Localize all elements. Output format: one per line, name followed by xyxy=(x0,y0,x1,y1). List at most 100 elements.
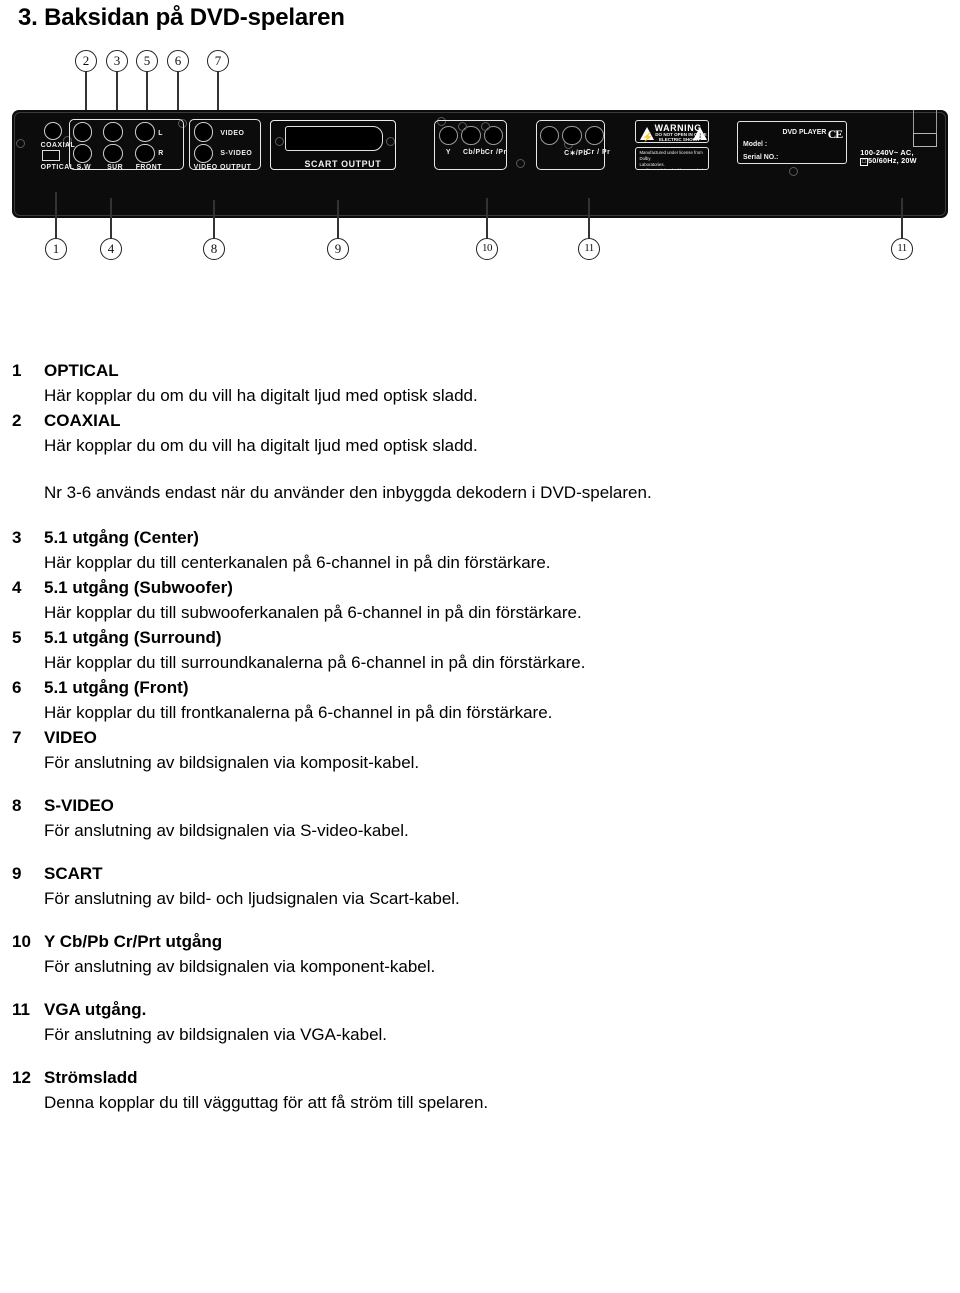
list-item-body: VGA utgång. För anslutning av bildsignale… xyxy=(44,997,960,1047)
list-item-body: 5.1 utgång (Subwoofer) Här kopplar du til… xyxy=(44,575,960,625)
list-item-term: 5.1 utgång (Surround) xyxy=(44,628,222,647)
list-item-number: 8 xyxy=(12,796,22,815)
optical-port xyxy=(42,150,60,162)
subwoofer-jack-top xyxy=(72,122,93,142)
component-cr-label: Cr /Pr xyxy=(484,149,507,156)
list-item-number: 6 xyxy=(12,678,22,697)
list-item-term: Strömsladd xyxy=(44,1068,138,1087)
list-item-number: 10 xyxy=(12,932,31,951)
callout-marker-1: 1 xyxy=(45,238,67,260)
list-item-body: Y Cb/Pb Cr/Prt utgång För anslutning av b… xyxy=(44,929,960,979)
list-item-body: S-VIDEO För anslutning av bildsignalen vi… xyxy=(44,793,960,843)
device-chassis: COAXIAL OPTICAL L R S.W SUR FRONT VIDEO … xyxy=(12,110,948,218)
channel-left-label: L xyxy=(158,129,163,137)
list-item: 10 Y Cb/Pb Cr/Prt utgång För anslutning av… xyxy=(0,929,960,979)
surround-label: SUR xyxy=(107,164,124,172)
front-left-jack xyxy=(135,122,155,142)
list-item-term: 5.1 utgång (Front) xyxy=(44,678,189,697)
callout-marker-5: 5 xyxy=(136,50,158,72)
power-spec-line-2-text: 50/60Hz, 20W xyxy=(868,156,917,166)
front-right-jack xyxy=(135,143,155,164)
chassis-screw xyxy=(515,158,525,168)
page-title: 3. Baksidan på DVD-spelaren xyxy=(18,4,345,31)
front-label: FRONT xyxy=(135,164,162,172)
list-item-term: COAXIAL xyxy=(44,411,121,430)
scart-screw-right xyxy=(385,136,395,146)
brand-label: DVD PLAYER xyxy=(782,129,827,137)
power-cord-right xyxy=(935,110,937,135)
list-item: 8 S-VIDEO För anslutning av bildsignalen v… xyxy=(0,793,960,843)
list-item-term: S-VIDEO xyxy=(44,796,114,815)
callout-marker-10: 10 xyxy=(476,238,498,260)
ce-mark-icon: CE xyxy=(827,126,843,141)
video-output-label: VIDEO OUTPUT xyxy=(193,164,252,172)
plate-screw xyxy=(788,166,798,176)
callout-marker-11: 11 xyxy=(891,238,913,260)
list-item-body: Strömsladd Denna kopplar du till väggutta… xyxy=(44,1065,960,1115)
list-item: 11 VGA utgång. För anslutning av bildsigna… xyxy=(0,997,960,1047)
chassis-screw xyxy=(15,139,25,149)
scart-output-label: SCART OUTPUT xyxy=(304,158,382,169)
list-item-description: Här kopplar du om du vill ha digitalt lj… xyxy=(44,436,478,455)
callout-marker-7: 7 xyxy=(207,50,229,72)
callout-leader-line xyxy=(588,198,590,238)
model-rating-plate: DVD PLAYER CE Model : Serial NO.: xyxy=(737,120,847,164)
callout-marker-4: 4 xyxy=(100,238,122,260)
callout-leader-line xyxy=(486,198,488,238)
list-item-description: Här kopplar du till subwooferkanalen på … xyxy=(44,603,582,622)
power-inlet xyxy=(912,133,938,147)
power-spec-line-2: □ 50/60Hz, 20W xyxy=(860,156,917,167)
callout-leader-line xyxy=(213,200,215,238)
list-item-description: För anslutning av bild- och ljudsignalen… xyxy=(44,889,460,908)
component-screw xyxy=(458,121,468,131)
list-item-number: 5 xyxy=(12,628,22,647)
component2-cb-label: C∗/Pb xyxy=(564,150,589,157)
channel-right-label: R xyxy=(158,150,164,158)
decoder-note: Nr 3-6 används endast när du använder de… xyxy=(44,483,652,502)
callout-marker-11: 11 xyxy=(578,238,600,260)
list-item-description: Här kopplar du till surroundkanalerna på… xyxy=(44,653,586,672)
list-item-body: SCART För anslutning av bild- och ljudsig… xyxy=(44,861,960,911)
component-y-label: Y xyxy=(445,149,451,156)
warning-label-box: ⚡ ! WARNING DO NOT OPEN IN CASE ELECTRIC… xyxy=(635,119,709,143)
callout-marker-2: 2 xyxy=(75,50,97,72)
coaxial-jack xyxy=(43,121,62,140)
list-item-term: OPTICAL xyxy=(44,361,119,380)
s-video-label: S-VIDEO xyxy=(220,150,253,158)
list-item-description: Här kopplar du om du vill ha digitalt lj… xyxy=(44,386,478,405)
list-item: 1 OPTICAL Här kopplar du om du vill ha dig… xyxy=(0,358,960,408)
list-item-term: 5.1 utgång (Subwoofer) xyxy=(44,578,233,597)
callout-marker-6: 6 xyxy=(167,50,189,72)
s-video-jack xyxy=(193,143,214,164)
callout-marker-9: 9 xyxy=(327,238,349,260)
lightning-bolt-glyph: ⚡ xyxy=(642,131,654,142)
model-field-label: Model : xyxy=(743,141,768,149)
component2-cr-label: Cr / Pr xyxy=(586,149,611,156)
callout-marker-8: 8 xyxy=(203,238,225,260)
video-label: VIDEO xyxy=(220,129,245,137)
list-item-body: 5.1 utgång (Front) Här kopplar du till fr… xyxy=(44,675,960,725)
connector-description-list: 1 OPTICAL Här kopplar du om du vill ha dig… xyxy=(0,358,960,1133)
serial-field-label: Serial NO.: xyxy=(743,153,779,161)
subwoofer-label: S.W xyxy=(76,164,92,172)
list-item: 9 SCART För anslutning av bild- och ljudsi… xyxy=(0,861,960,911)
list-item-term: Y Cb/Pb Cr/Prt utgång xyxy=(44,932,223,951)
electric-shock-triangle-icon: ⚡ xyxy=(640,126,655,142)
list-item-number: 9 xyxy=(12,864,22,883)
list-item-term: VIDEO xyxy=(44,728,97,747)
list-item-number: 7 xyxy=(12,728,22,747)
warning-subtitle-2: ELECTRIC SHOCK xyxy=(658,136,700,142)
surround-jack xyxy=(103,143,123,164)
list-item-body: VIDEO För anslutning av bildsignalen via … xyxy=(44,725,960,775)
scart-socket xyxy=(285,125,383,152)
list-item: 3 5.1 utgång (Center) Här kopplar du till … xyxy=(0,525,960,575)
list-item-term: 5.1 utgång (Center) xyxy=(44,528,199,547)
dolby-license-text: Manufactured under license from Dolby La… xyxy=(639,150,703,169)
